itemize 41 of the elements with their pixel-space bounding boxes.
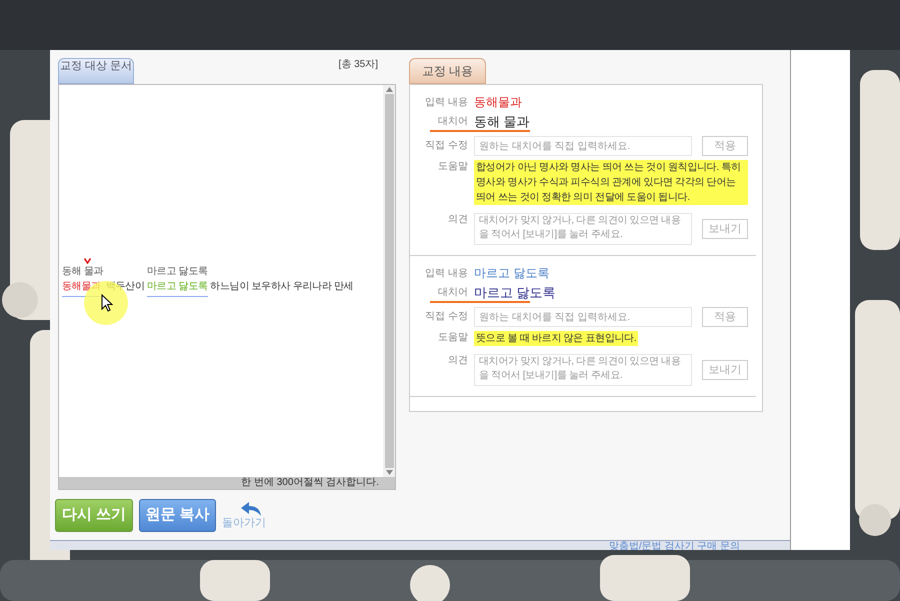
field-label: 입력 내용 [424, 96, 468, 110]
scroll-up-icon[interactable] [386, 87, 392, 92]
corrections-tab[interactable]: 교정 내용 [409, 58, 486, 84]
document-tab[interactable]: 교정 대상 문서 [58, 58, 134, 84]
input-text: 마르고 닳도록 [474, 266, 550, 281]
scrollbar[interactable] [383, 85, 395, 477]
opinion-field[interactable]: 대치어가 맞지 않거나, 다른 의견이 있으면 내용을 적어서 [보내기]를 눌러 주세요. [474, 213, 692, 245]
field-label: 의견 [447, 213, 468, 227]
field-label: 대치어 [437, 286, 468, 300]
back-arrow-icon [240, 501, 262, 517]
field-label: 직접 수정 [424, 310, 468, 324]
send-button[interactable]: 보내기 [702, 360, 748, 380]
scroll-down-icon[interactable] [386, 470, 392, 475]
replacement-text: 마르고 닳도록 [474, 285, 556, 301]
apply-button[interactable]: 적용 [702, 307, 748, 327]
field-label: 직접 수정 [424, 139, 468, 153]
apply-button[interactable]: 적용 [702, 136, 748, 156]
error-word[interactable]: 마르고 닳도록 [147, 279, 208, 297]
copy-button[interactable]: 원문 복사 [139, 499, 216, 532]
edit-field[interactable]: 원하는 대치어를 직접 입력하세요. [474, 136, 692, 156]
cursor-icon [101, 294, 113, 312]
character-count: [총 35자] [338, 58, 378, 72]
opinion-field[interactable]: 대치어가 맞지 않거나, 다른 의견이 있으면 내용을 적어서 [보내기]를 눌러 주세요. [474, 354, 692, 386]
rewrite-button[interactable]: 다시 쓰기 [55, 499, 133, 532]
input-text: 동해물과 [474, 95, 522, 110]
help-text: 뜻으로 볼 때 바르지 않은 표현입니다. [474, 331, 638, 346]
field-label: 대치어 [437, 115, 468, 129]
field-label: 입력 내용 [424, 266, 468, 280]
back-link[interactable]: 돌아가기 [222, 517, 266, 530]
edit-field[interactable]: 원하는 대치어를 직접 입력하세요. [474, 307, 692, 327]
send-button[interactable]: 보내기 [702, 219, 748, 239]
suggestion-text: 동해 물과 [62, 265, 104, 279]
field-label: 도움말 [437, 331, 468, 345]
field-label: 의견 [447, 354, 468, 368]
suggestion-text: 마르고 닳도록 [147, 265, 208, 279]
document-text: 하느님이 보우하사 우리나라 만세 [209, 280, 354, 294]
status-text: 한 번에 300어절씩 검사합니다. [241, 477, 379, 489]
replacement-text: 동해 물과 [474, 114, 530, 130]
field-label: 도움말 [437, 160, 468, 174]
caret-icon [84, 258, 91, 264]
help-text: 합성어가 아닌 명사와 명사는 띄어 쓰는 것이 원칙입니다. 특히 명사와 명사가 수식과 피수식의 관계에 있다면 각각의 단어는 띄어 쓰는 것이 정확한 의미 전달에 도움이 됩니다. [474, 160, 748, 205]
